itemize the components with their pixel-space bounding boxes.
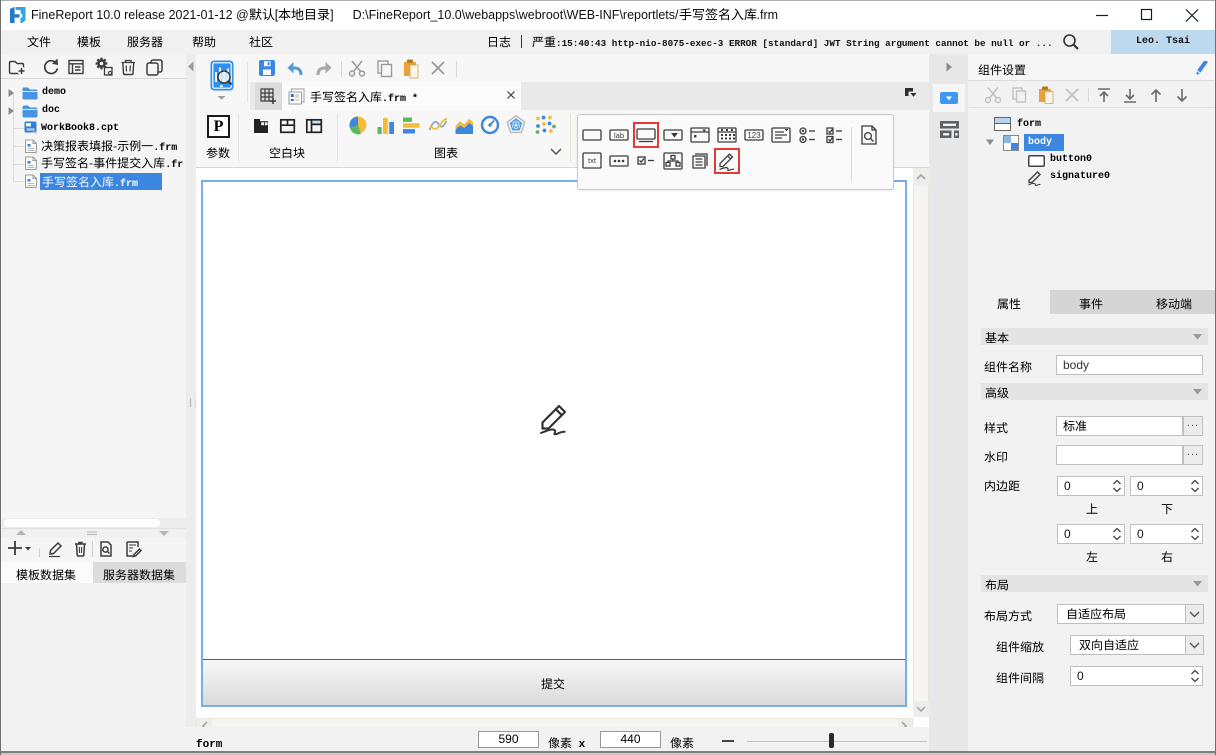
svg-text:123: 123 [747,131,761,140]
svg-text:lab: lab [614,131,624,140]
svg-text:txt: txt [588,156,597,165]
